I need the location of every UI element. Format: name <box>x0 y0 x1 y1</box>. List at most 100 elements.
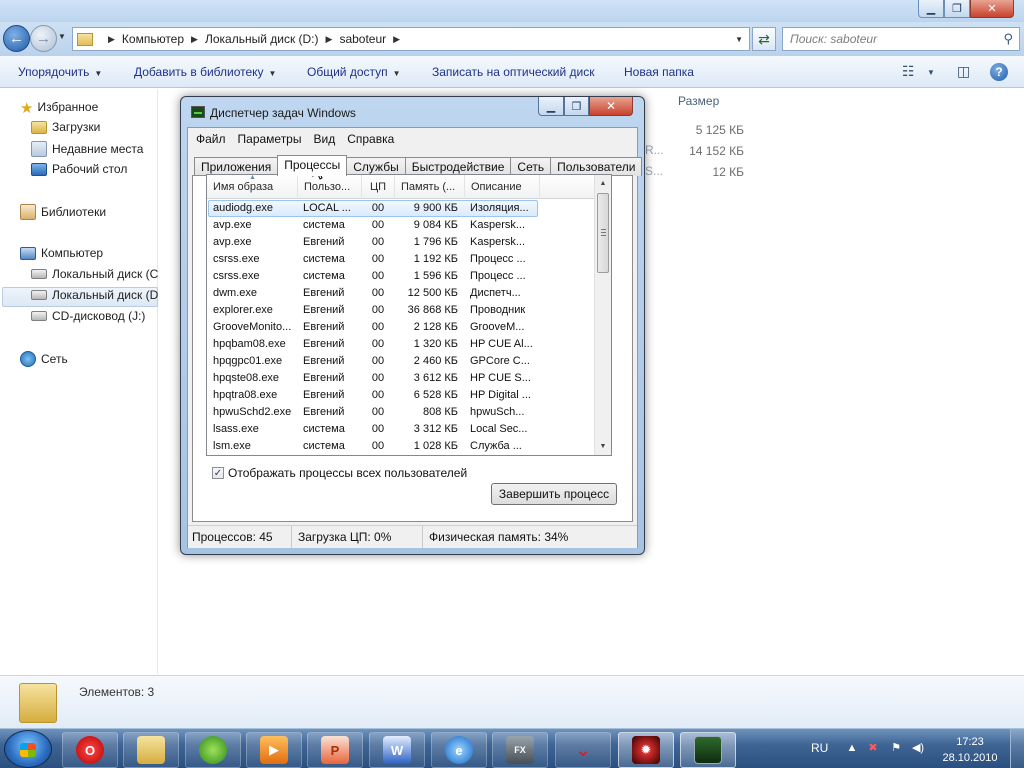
column-header-user[interactable]: Пользо... <box>298 175 362 199</box>
taskbar-app-task-manager[interactable] <box>680 732 736 768</box>
process-row[interactable]: lsm.exe система 00 1 028 КБ Служба ... <box>207 438 596 455</box>
process-row[interactable]: audiodg.exe LOCAL ... 00 9 900 КБ Изоляция..… <box>207 200 596 217</box>
column-header-size[interactable]: Размер <box>678 94 719 108</box>
menu-view[interactable]: Вид <box>307 128 341 149</box>
scroll-up-arrow-icon[interactable]: ▲ <box>595 175 611 192</box>
start-button[interactable] <box>4 730 52 768</box>
taskbar-app-opera[interactable]: O <box>62 732 118 768</box>
organize-button[interactable]: Упорядочить ▼ <box>18 65 102 79</box>
minimize-button[interactable]: ▁ <box>918 0 944 18</box>
column-header-description[interactable]: Описание <box>465 175 540 199</box>
process-cpu-cell: 00 <box>371 304 385 316</box>
show-all-users-checkbox[interactable]: ✓ Отображать процессы всех пользователей <box>212 466 467 480</box>
taskbar-app-media-center[interactable] <box>185 732 241 768</box>
add-to-library-button[interactable]: Добавить в библиотеку ▼ <box>134 65 276 79</box>
flag-icon[interactable]: ⚑ <box>889 742 903 754</box>
help-icon[interactable]: ? <box>990 63 1008 81</box>
breadcrumb-saboteur[interactable]: saboteur <box>339 32 386 46</box>
process-row[interactable]: hpqgpc01.exe Евгений 00 2 460 КБ GPCore C... <box>207 353 596 370</box>
breadcrumb-separator-icon[interactable]: ▶ <box>108 34 115 45</box>
checkbox-checked-icon[interactable]: ✓ <box>212 467 224 479</box>
process-row[interactable]: hpqbam08.exe Евгений 00 1 320 КБ HP CUE Al..… <box>207 336 596 353</box>
process-row[interactable]: dwm.exe Евгений 00 12 500 КБ Диспетч... <box>207 285 596 302</box>
column-header-memory[interactable]: Память (... <box>395 175 465 199</box>
network-error-icon[interactable]: ✖ <box>866 742 880 754</box>
close-button[interactable]: ✕ <box>970 0 1014 18</box>
minimize-button[interactable]: ▁ <box>538 97 564 116</box>
breadcrumb-separator-icon[interactable]: ▶ <box>326 34 333 45</box>
share-button[interactable]: Общий доступ ▼ <box>307 65 401 79</box>
view-options-icon[interactable]: ☷ <box>902 63 915 80</box>
tab-processes[interactable]: Процессы <box>277 155 348 176</box>
process-row[interactable]: hpqste08.exe Евгений 00 3 612 КБ HP CUE S... <box>207 370 596 387</box>
process-row[interactable]: lsass.exe система 00 3 312 КБ Local Sec... <box>207 421 596 438</box>
column-header-image-name[interactable]: ▲ Имя образа <box>207 175 298 199</box>
process-row[interactable]: csrss.exe система 00 1 192 КБ Процесс ... <box>207 251 596 268</box>
nav-favorites[interactable]: ★ Избранное <box>20 99 98 117</box>
burn-button[interactable]: Записать на оптический диск <box>432 65 595 79</box>
process-row[interactable]: hpqtra08.exe Евгений 00 6 528 КБ HP Digital … <box>207 387 596 404</box>
address-bar[interactable]: ▶ Компьютер ▶ Локальный диск (D:) ▶ sabo… <box>72 27 750 51</box>
nav-network[interactable]: Сеть <box>20 351 68 367</box>
process-row[interactable]: avp.exe система 00 9 084 КБ Kaspersk... <box>207 217 596 234</box>
scroll-down-arrow-icon[interactable]: ▼ <box>595 438 611 455</box>
process-row[interactable]: csrss.exe система 00 1 596 КБ Процесс ... <box>207 268 596 285</box>
taskbar-app-media-player[interactable]: ▶ <box>246 732 302 768</box>
column-header-cpu[interactable]: ЦП <box>362 175 395 199</box>
nav-computer[interactable]: Компьютер <box>20 246 103 260</box>
preview-pane-icon[interactable]: ◫ <box>957 63 970 80</box>
taskbar-app-explorer[interactable] <box>123 732 179 768</box>
breadcrumb-separator-icon[interactable]: ▶ <box>393 34 400 45</box>
language-indicator[interactable]: RU <box>811 741 828 755</box>
taskbar-app-powerpoint[interactable]: P <box>307 732 363 768</box>
search-icon[interactable]: ⚲ <box>1003 31 1013 47</box>
chevron-down-icon[interactable]: ▼ <box>927 68 935 77</box>
maximize-button[interactable]: ❐ <box>564 97 589 116</box>
back-button[interactable]: ← <box>3 25 30 52</box>
file-size-cell[interactable]: 14 152 КБ <box>664 144 744 158</box>
taskbar-app-game[interactable]: ✹ <box>618 732 674 768</box>
taskbar-app-internet-explorer[interactable]: e <box>431 732 487 768</box>
address-dropdown-icon[interactable]: ▼ <box>735 35 743 44</box>
nav-libraries[interactable]: Библиотеки <box>20 204 106 220</box>
breadcrumb-separator-icon[interactable]: ▶ <box>191 34 198 45</box>
nav-downloads[interactable]: Загрузки <box>31 120 100 134</box>
process-row[interactable]: explorer.exe Евгений 00 36 868 КБ Проводник <box>207 302 596 319</box>
nav-cd-drive[interactable]: CD-дисковод (J:) <box>31 309 145 323</box>
history-dropdown-icon[interactable]: ▼ <box>58 32 66 41</box>
refresh-button[interactable]: ⇄ <box>752 27 776 51</box>
file-size-cell[interactable]: 12 КБ <box>664 165 744 179</box>
media-center-icon <box>199 736 227 764</box>
process-list[interactable]: ▲ Имя образа Пользо... ЦП Память (... Оп… <box>206 174 612 456</box>
new-folder-button[interactable]: Новая папка <box>624 65 694 79</box>
vertical-scrollbar[interactable]: ▲ ▼ <box>594 175 611 455</box>
menu-options[interactable]: Параметры <box>232 128 308 149</box>
taskbar-app-word[interactable]: W <box>369 732 425 768</box>
clock-time[interactable]: 17:23 <box>940 736 1000 748</box>
process-row[interactable]: avp.exe Евгений 00 1 796 КБ Kaspersk... <box>207 234 596 251</box>
scrollbar-thumb[interactable] <box>597 193 609 273</box>
process-row[interactable]: hpwuSchd2.exe Евгений 00 808 КБ hpwuSch... <box>207 404 596 421</box>
taskbar-app-gis-fx[interactable]: FX <box>492 732 548 768</box>
breadcrumb-drive-d[interactable]: Локальный диск (D:) <box>205 32 319 46</box>
show-hidden-icons-icon[interactable]: ▲ <box>845 742 859 754</box>
file-size-cell[interactable]: 5 125 КБ <box>664 123 744 137</box>
taskbar-app-network[interactable]: ⌄ <box>555 732 611 768</box>
process-cpu-cell: 00 <box>371 440 385 452</box>
forward-button[interactable]: → <box>30 25 57 52</box>
clock-date[interactable]: 28.10.2010 <box>937 752 1003 764</box>
nav-recent-places[interactable]: Недавние места <box>31 141 143 157</box>
maximize-button[interactable]: ❐ <box>944 0 970 18</box>
close-button[interactable]: ✕ <box>589 97 633 116</box>
menu-help[interactable]: Справка <box>341 128 400 149</box>
end-process-button[interactable]: Завершить процесс <box>491 483 617 505</box>
menu-file[interactable]: Файл <box>190 128 232 149</box>
process-row[interactable]: GrooveMonito... Евгений 00 2 128 КБ GrooveM.… <box>207 319 596 336</box>
nav-drive-d[interactable]: Локальный диск (D <box>31 288 158 302</box>
nav-desktop[interactable]: Рабочий стол <box>31 162 127 176</box>
search-input[interactable]: Поиск: saboteur ⚲ <box>782 27 1020 51</box>
volume-icon[interactable]: ◀) <box>911 742 925 754</box>
show-desktop-button[interactable] <box>1010 729 1024 768</box>
nav-drive-c[interactable]: Локальный диск (C <box>31 267 158 281</box>
breadcrumb-computer[interactable]: Компьютер <box>122 32 184 46</box>
